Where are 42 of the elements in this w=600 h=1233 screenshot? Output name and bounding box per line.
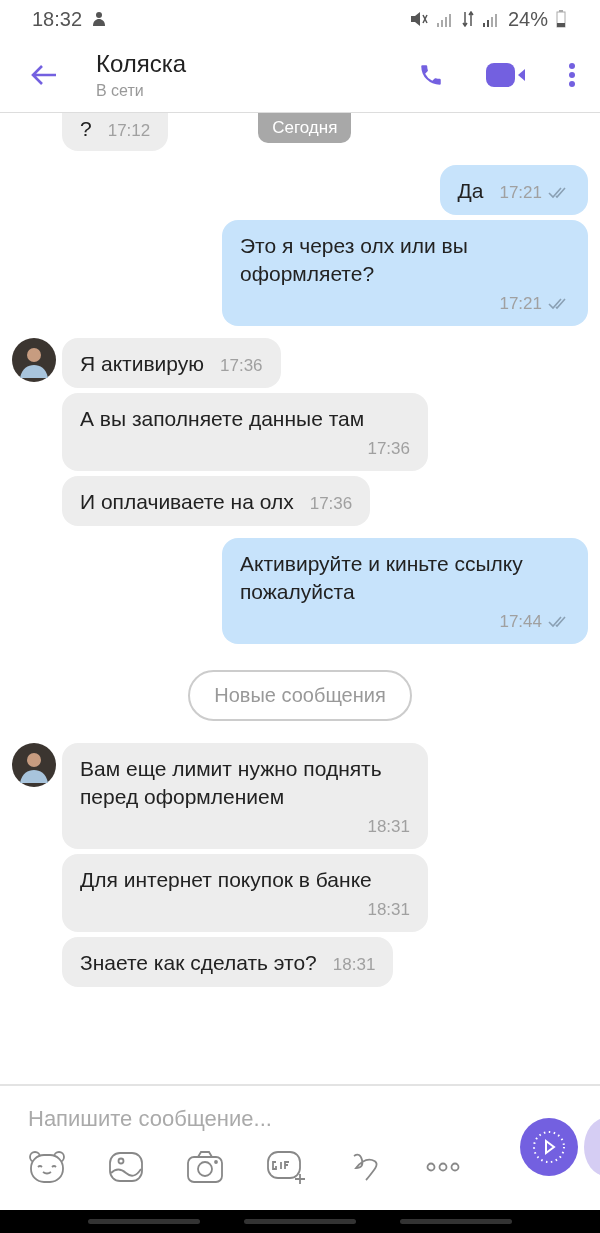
battery-icon <box>556 10 566 28</box>
clock: 18:32 <box>32 7 83 31</box>
more-icon[interactable] <box>426 1161 460 1173</box>
data-icon <box>461 11 474 27</box>
chat-title: Коляска <box>96 50 188 78</box>
message-text: Это я через олх или вы оформляете? <box>240 233 469 287</box>
image-icon[interactable] <box>108 1151 144 1183</box>
gif-icon[interactable] <box>266 1150 308 1184</box>
sticker-icon[interactable] <box>28 1150 66 1184</box>
signal-icon <box>435 11 454 27</box>
message-text: Активируйте и киньте ссылку пожалуйста <box>240 551 524 605</box>
message-text: И оплачиваете на олх <box>80 489 294 515</box>
message-time: 17:21 <box>499 181 570 205</box>
send-button[interactable] <box>520 1118 578 1176</box>
message-time: 17:21 <box>499 292 570 316</box>
message-text: Для интернет покупок в банке <box>80 867 372 893</box>
camera-icon[interactable] <box>186 1150 224 1184</box>
message-time: 17:36 <box>309 493 353 515</box>
signal-icon <box>481 11 500 27</box>
message-time: 17:36 <box>220 355 263 377</box>
message-text: Вам еще лимит нужно поднять перед оформлением <box>80 756 383 810</box>
play-icon <box>531 1129 567 1165</box>
message-text: Знаете как сделать это? <box>80 950 317 976</box>
message-time: 18:31 <box>367 899 410 921</box>
battery-percent: 24% <box>507 7 548 31</box>
message-time: 17:44 <box>499 610 570 634</box>
avatar[interactable] <box>12 338 56 382</box>
date-label: Сегодня <box>258 113 352 143</box>
mute-icon <box>409 11 428 27</box>
avatar[interactable] <box>12 743 56 787</box>
message-time: 17:12 <box>107 120 151 142</box>
message-text: А вы заполняете данные там <box>80 406 365 432</box>
message-time: 18:31 <box>332 954 376 976</box>
online-status: В сети <box>96 82 145 100</box>
notification-icon <box>92 11 107 27</box>
message-input[interactable]: Напишите сообщение... <box>0 1086 516 1140</box>
new-messages-label: Новые сообщения <box>188 670 412 721</box>
message-time: 18:31 <box>367 816 410 838</box>
message-text: Я активирую <box>80 351 205 377</box>
message-text: Да <box>457 178 484 204</box>
message-time: 17:36 <box>367 438 410 460</box>
message-text: ? <box>80 116 92 142</box>
